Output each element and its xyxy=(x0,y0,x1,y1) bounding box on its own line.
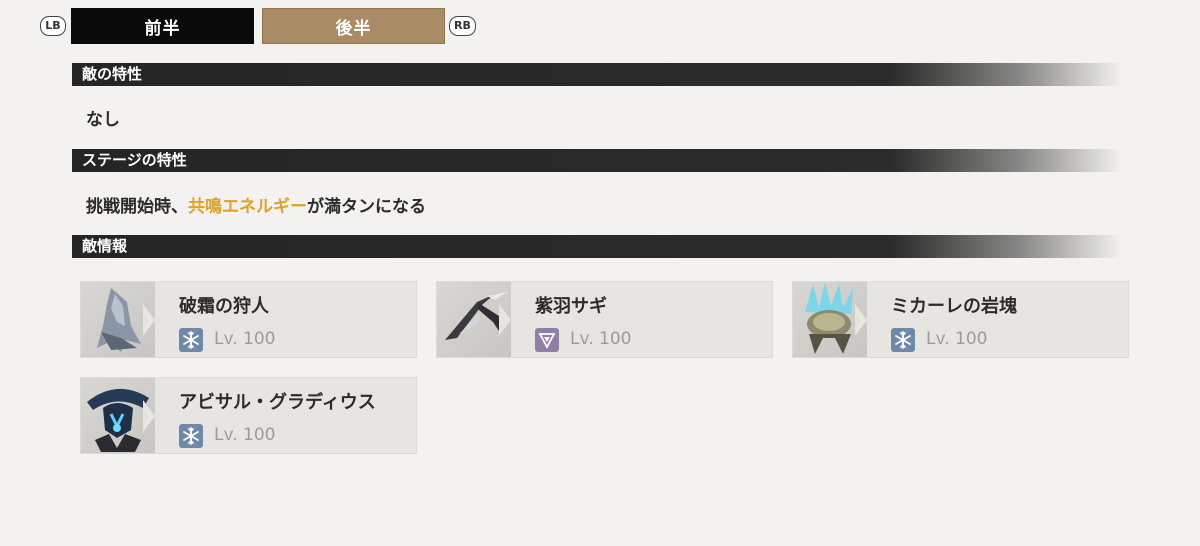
enemy-level: Lv. 100 xyxy=(926,329,988,349)
stage-traits-prefix: 挑戦開始時、 xyxy=(86,197,188,217)
section-header-stage-traits: ステージの特性 xyxy=(72,149,1122,172)
enemy-level: Lv. 100 xyxy=(214,425,276,445)
enemy-name: ミカーレの岩塊 xyxy=(891,296,1017,317)
enemy-card[interactable]: 紫羽サギ Lv. 100 xyxy=(436,281,773,358)
snowflake-icon xyxy=(891,328,915,352)
tab-first-half[interactable]: 前半 xyxy=(71,8,254,44)
resonance-energy-highlight: 共鳴エネルギー xyxy=(188,197,307,217)
section-header-enemy-info: 敵情報 xyxy=(72,235,1122,258)
enemy-card[interactable]: 破霜の狩人 Lv. 100 xyxy=(80,281,417,358)
enemy-level: Lv. 100 xyxy=(214,329,276,349)
tab-second-half[interactable]: 後半 xyxy=(262,8,445,44)
enemy-name: 紫羽サギ xyxy=(535,296,607,317)
enemy-level: Lv. 100 xyxy=(570,329,632,349)
stage-traits-suffix: が満タンになる xyxy=(307,197,426,217)
enemy-card[interactable]: アビサル・グラディウス Lv. 100 xyxy=(80,377,417,454)
enemy-traits-text: なし xyxy=(86,110,120,130)
snowflake-icon xyxy=(179,328,203,352)
rb-button-hint[interactable]: RB xyxy=(449,16,476,36)
havoc-icon xyxy=(535,328,559,352)
enemy-info-screen: LB 前半 後半 RB 敵の特性 なし ステージの特性 挑戦開始時、共鳴エネルギ… xyxy=(0,0,1200,546)
enemy-name: 破霜の狩人 xyxy=(179,296,269,317)
lb-button-hint[interactable]: LB xyxy=(40,16,66,36)
section-header-enemy-traits: 敵の特性 xyxy=(72,63,1122,86)
enemy-card[interactable]: ミカーレの岩塊 Lv. 100 xyxy=(792,281,1129,358)
enemy-name: アビサル・グラディウス xyxy=(179,392,376,413)
stage-traits-text: 挑戦開始時、共鳴エネルギーが満タンになる xyxy=(86,192,426,217)
snowflake-icon xyxy=(179,424,203,448)
